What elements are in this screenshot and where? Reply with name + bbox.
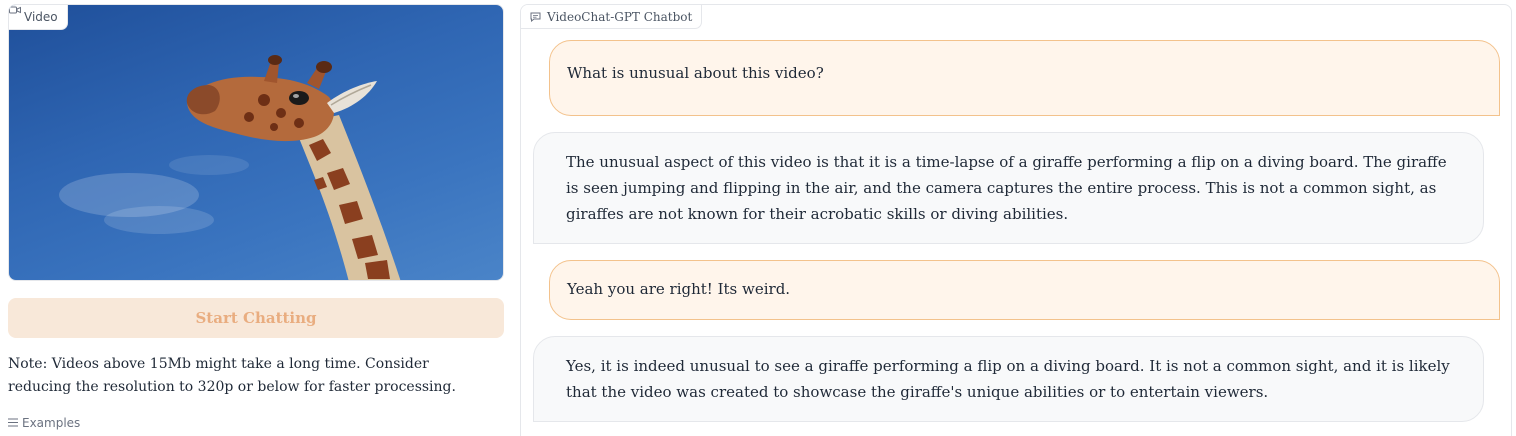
user-message: What is unusual about this video?: [549, 40, 1500, 116]
bot-message: Yes, it is indeed unusual to see a giraf…: [533, 336, 1484, 422]
chatbot-tab-label: VideoChat-GPT Chatbot: [547, 9, 693, 24]
file-size-note: Note: Videos above 15Mb might take a lon…: [8, 356, 456, 395]
list-icon: [8, 416, 18, 430]
video-tab: Video: [9, 5, 68, 30]
chatbot-panel: VideoChat-GPT Chatbot What is unusual ab…: [520, 4, 1512, 436]
bot-message: The unusual aspect of this video is that…: [533, 132, 1484, 244]
video-frame-giraffe: [59, 55, 401, 280]
chat-icon: [530, 12, 541, 22]
start-chatting-button[interactable]: Start Chatting: [8, 298, 504, 338]
examples-label: Examples: [22, 416, 81, 430]
video-tab-label: Video: [24, 10, 58, 24]
user-message: Yeah you are right! Its weird.: [549, 260, 1500, 320]
chatbot-tab: VideoChat-GPT Chatbot: [521, 5, 703, 29]
video-player[interactable]: Video: [8, 4, 504, 281]
examples-toggle[interactable]: Examples: [8, 415, 80, 431]
